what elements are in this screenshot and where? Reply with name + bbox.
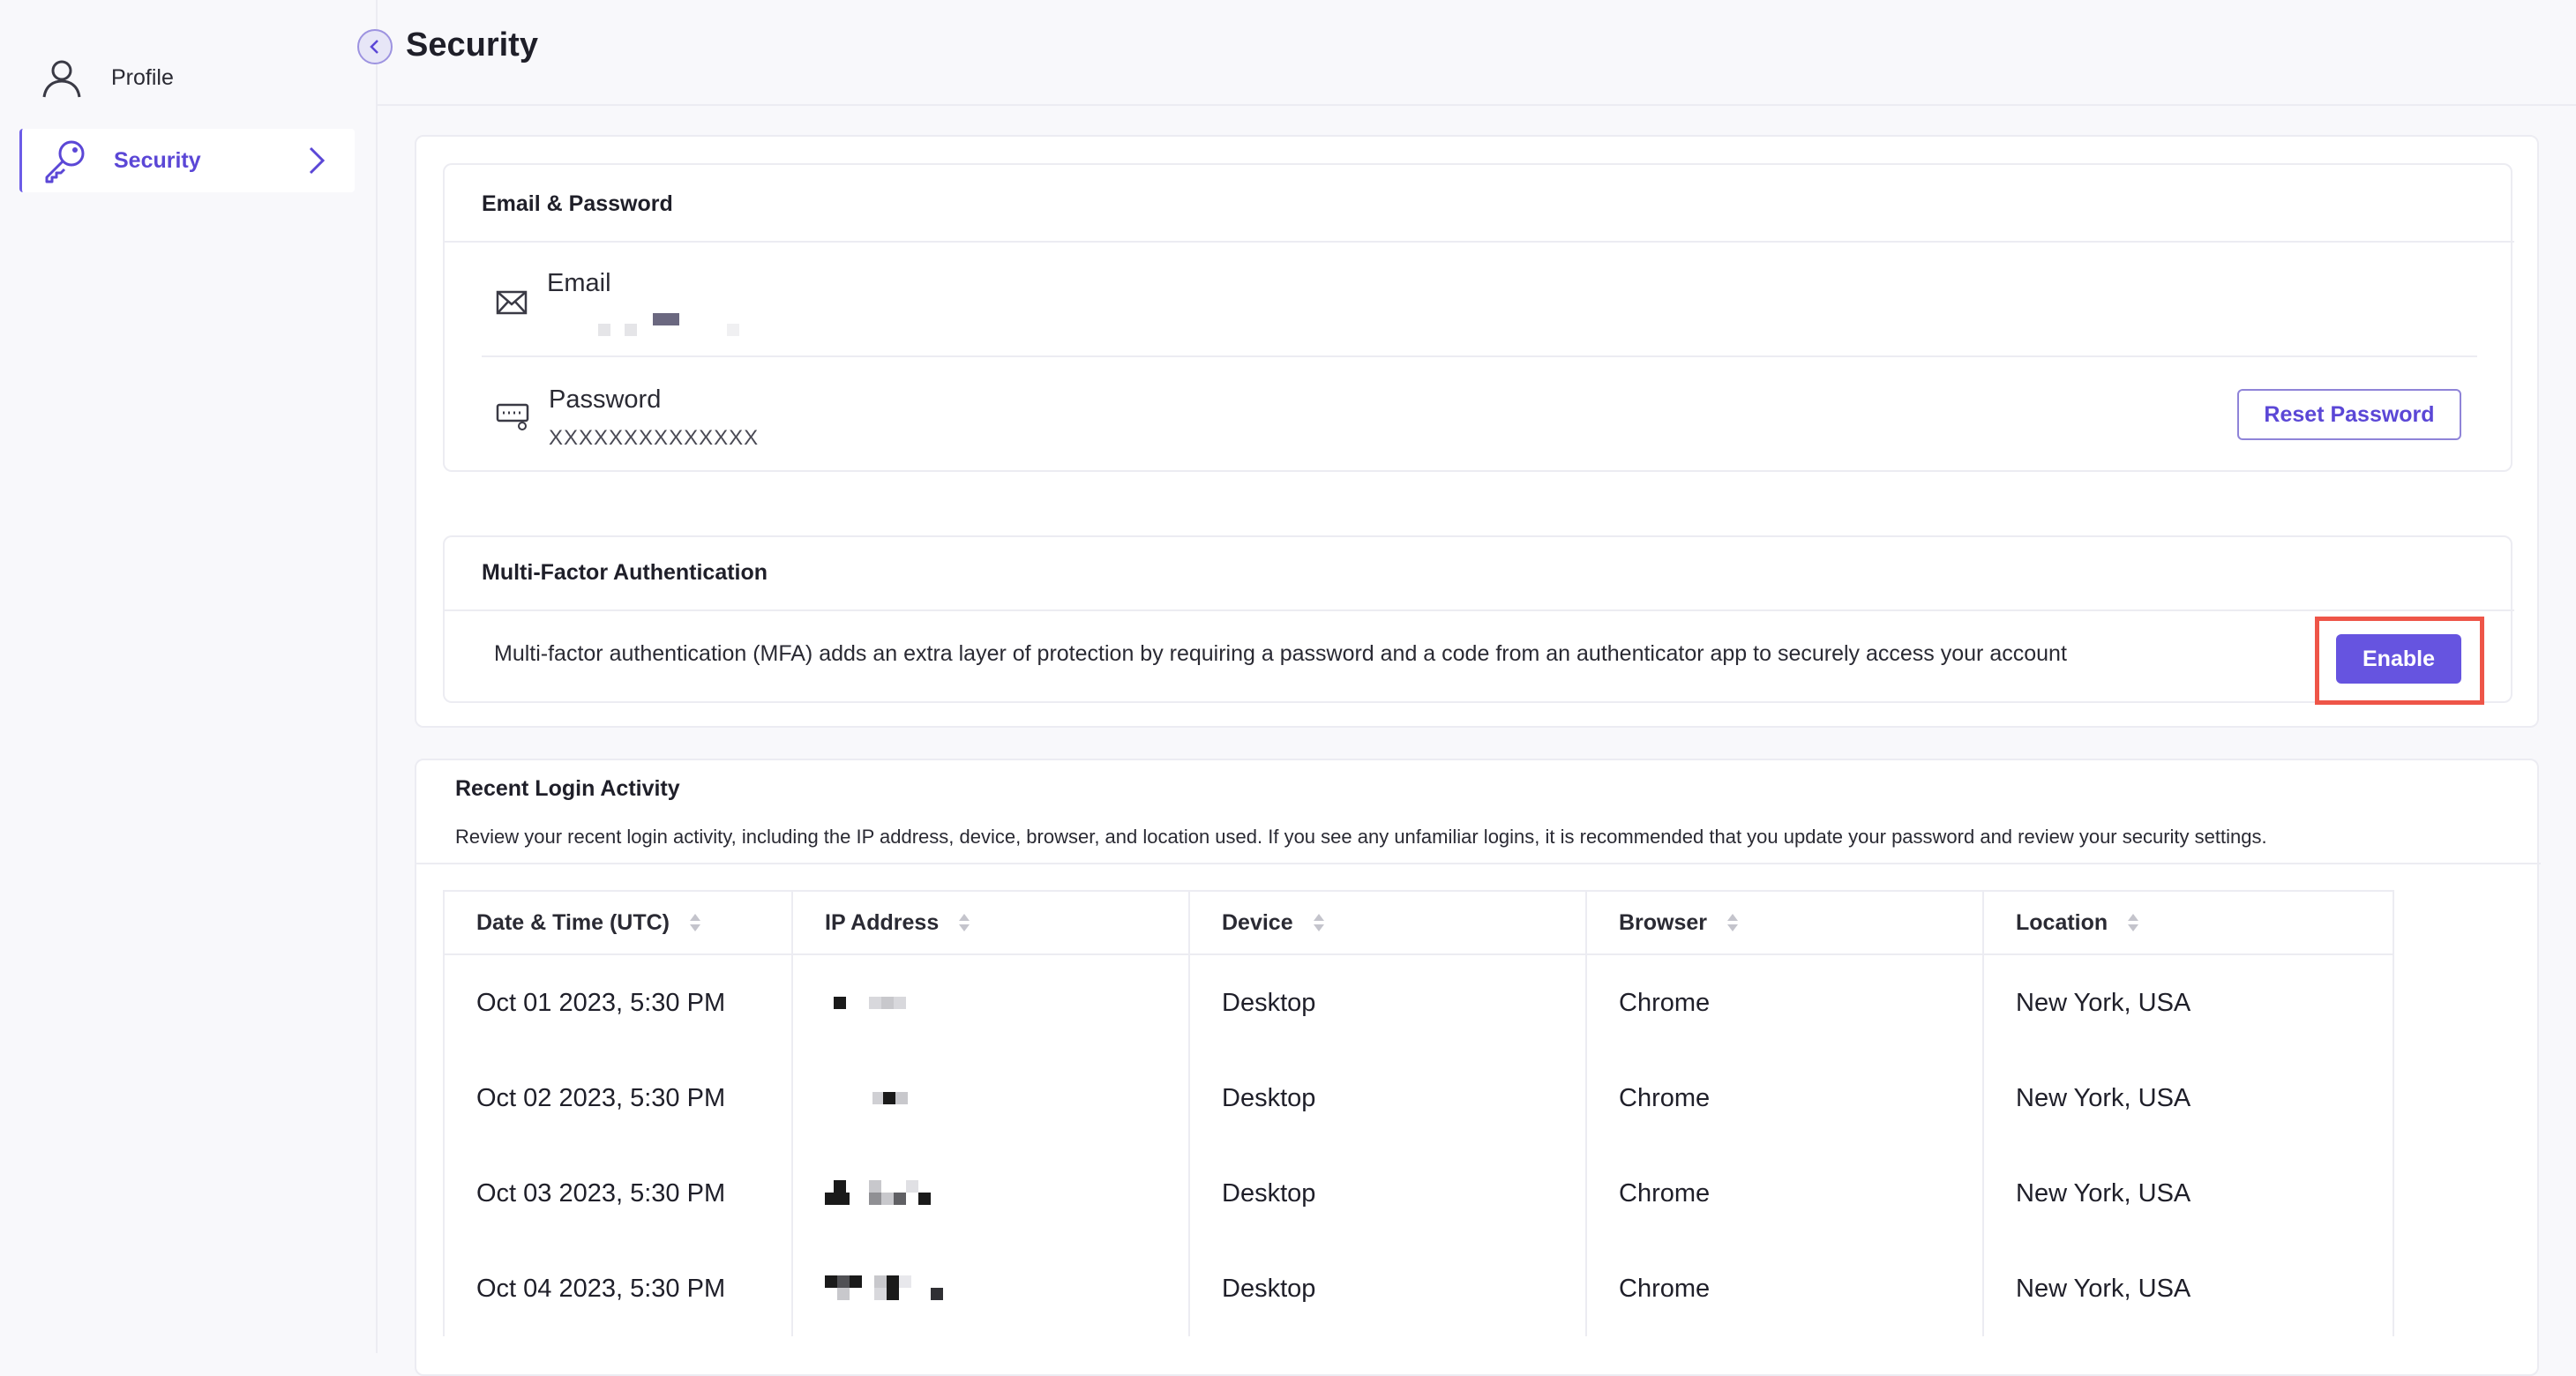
activity-description: Review your recent login activity, inclu… bbox=[455, 826, 2267, 848]
table-header: Date & Time (UTC) IP Address Device Brow… bbox=[445, 892, 2393, 955]
column-header-location[interactable]: Location bbox=[1984, 892, 2393, 953]
cell-location: New York, USA bbox=[2016, 1083, 2191, 1112]
sort-icon bbox=[2127, 912, 2139, 933]
section-title: Recent Login Activity bbox=[455, 776, 680, 801]
table-row: Oct 01 2023, 5:30 PM Desktop Chrome New … bbox=[445, 955, 2393, 1051]
divider bbox=[482, 355, 2477, 357]
chevron-right-icon bbox=[302, 145, 328, 181]
cell-location: New York, USA bbox=[2016, 988, 2191, 1017]
collapse-sidebar-button[interactable] bbox=[357, 29, 393, 64]
cell-device: Desktop bbox=[1190, 1051, 1587, 1146]
chevron-left-icon bbox=[370, 40, 378, 54]
cell-datetime: Oct 04 2023, 5:30 PM bbox=[445, 1241, 793, 1336]
reset-password-button[interactable]: Reset Password bbox=[2237, 389, 2461, 440]
cell-browser: Chrome bbox=[1587, 955, 1984, 1051]
cell-device: Desktop bbox=[1190, 1146, 1587, 1241]
section-title: Multi-Factor Authentication bbox=[482, 560, 768, 585]
cell-location: New York, USA bbox=[2016, 1178, 2191, 1208]
envelope-icon bbox=[496, 290, 528, 319]
cell-location: New York, USA bbox=[2016, 1274, 2191, 1303]
email-password-section: Email & Password Email Password XXXXXXXX… bbox=[443, 163, 2514, 472]
password-icon bbox=[496, 403, 531, 437]
cell-datetime: Oct 03 2023, 5:30 PM bbox=[445, 1146, 793, 1241]
cell-browser: Chrome bbox=[1587, 1051, 1984, 1146]
security-card: Email & Password Email Password XXXXXXXX… bbox=[415, 135, 2539, 728]
sort-icon bbox=[689, 912, 701, 933]
column-header-ip[interactable]: IP Address bbox=[793, 892, 1190, 953]
page-header: Security bbox=[378, 0, 2576, 106]
key-icon bbox=[40, 136, 89, 185]
sidebar-item-label: Profile bbox=[111, 64, 174, 90]
divider bbox=[416, 863, 2541, 864]
user-icon bbox=[37, 53, 86, 102]
sort-icon bbox=[958, 912, 970, 933]
sidebar-item-label: Security bbox=[114, 147, 201, 173]
column-header-browser[interactable]: Browser bbox=[1587, 892, 1984, 953]
table-row: Oct 04 2023, 5:30 PM Desktop Chrome New … bbox=[445, 1241, 2393, 1336]
sort-icon bbox=[1726, 912, 1739, 933]
cell-device: Desktop bbox=[1190, 955, 1587, 1051]
table-row: Oct 03 2023, 5:30 PM Desktop Chrome New … bbox=[445, 1146, 2393, 1241]
email-value-redacted bbox=[568, 306, 745, 336]
mfa-description: Multi-factor authentication (MFA) adds a… bbox=[494, 641, 2067, 666]
sidebar: Profile Security bbox=[0, 0, 378, 1353]
column-header-datetime[interactable]: Date & Time (UTC) bbox=[445, 892, 793, 953]
sidebar-item-security[interactable]: Security bbox=[19, 129, 355, 192]
cell-browser: Chrome bbox=[1587, 1241, 1984, 1336]
login-activity-table: Date & Time (UTC) IP Address Device Brow… bbox=[443, 890, 2394, 1336]
cell-ip-redacted bbox=[793, 1146, 1190, 1241]
mfa-section: Multi-Factor Authentication Multi-factor… bbox=[443, 535, 2514, 705]
page-title: Security bbox=[406, 26, 538, 64]
email-label: Email bbox=[547, 269, 611, 297]
enable-mfa-button[interactable]: Enable bbox=[2336, 634, 2461, 684]
cell-device: Desktop bbox=[1190, 1241, 1587, 1336]
cell-browser: Chrome bbox=[1587, 1146, 1984, 1241]
section-title: Email & Password bbox=[482, 191, 673, 216]
cell-datetime: Oct 02 2023, 5:30 PM bbox=[445, 1051, 793, 1146]
sidebar-item-profile[interactable]: Profile bbox=[19, 46, 355, 109]
password-value: XXXXXXXXXXXXXX bbox=[549, 426, 760, 450]
divider bbox=[445, 241, 2514, 243]
cell-datetime: Oct 01 2023, 5:30 PM bbox=[445, 955, 793, 1051]
divider bbox=[445, 609, 2514, 611]
column-header-device[interactable]: Device bbox=[1190, 892, 1587, 953]
cell-ip-redacted bbox=[793, 955, 1190, 1051]
table-row: Oct 02 2023, 5:30 PM Desktop Chrome New … bbox=[445, 1051, 2393, 1146]
sort-icon bbox=[1313, 912, 1325, 933]
cell-ip-redacted bbox=[793, 1241, 1190, 1336]
cell-ip-redacted bbox=[793, 1051, 1190, 1146]
password-label: Password bbox=[549, 385, 662, 414]
